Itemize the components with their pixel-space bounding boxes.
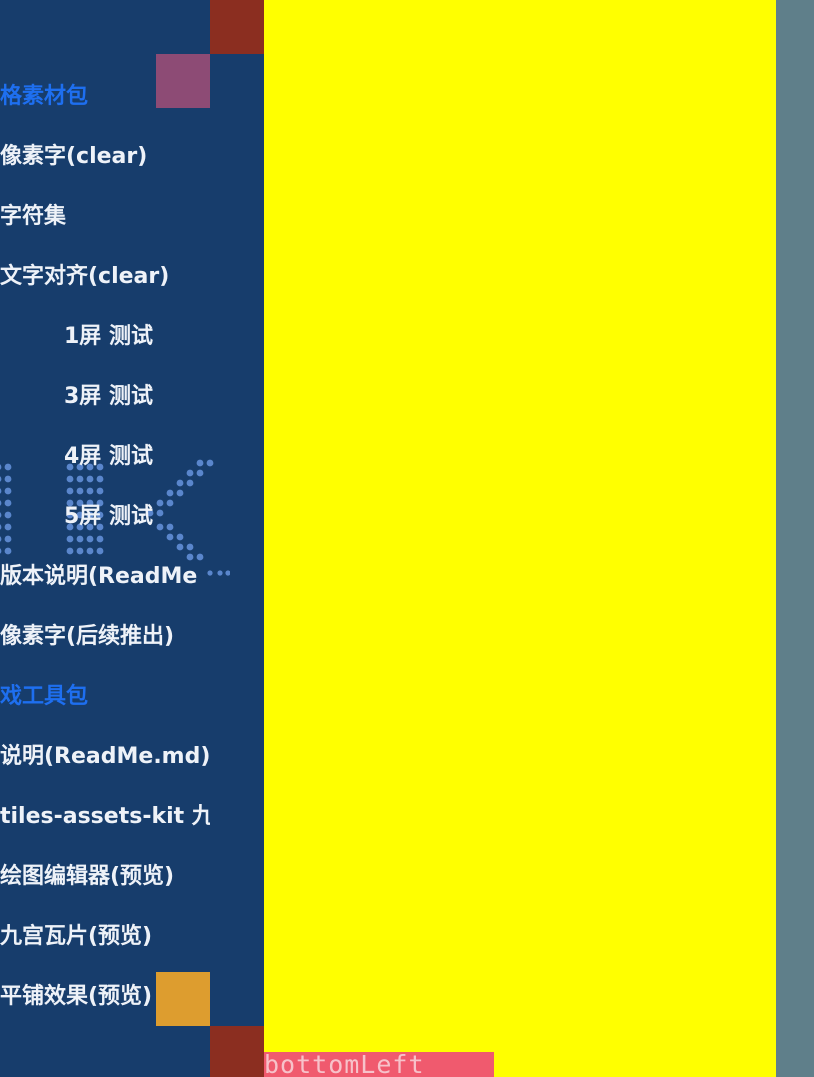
sidebar-menu: 格素材包 像素字(clear) 字符集 文字对齐(clear) 1屏 测试 3屏… xyxy=(0,0,264,1077)
right-gutter xyxy=(776,0,814,1077)
sidebar-menu-list: 格素材包 像素字(clear) 字符集 文字对齐(clear) 1屏 测试 3屏… xyxy=(0,0,210,1077)
sidebar-item-tiles-assets-kit[interactable]: tiles-assets-kit 九宫 xyxy=(0,802,210,832)
bottom-left-label: bottomLeft xyxy=(264,1052,494,1077)
sidebar-item-pixel-font-upcoming[interactable]: 像素字(后续推出) xyxy=(0,622,174,652)
sidebar-section-pixel-assets[interactable]: 格素材包 xyxy=(0,82,88,112)
sidebar-subitem-screen-4-test[interactable]: 4屏 测试 xyxy=(64,442,153,472)
corner-marker-top xyxy=(210,0,264,54)
sidebar-item-pixel-font-clear[interactable]: 像素字(clear) xyxy=(0,142,147,172)
sidebar-item-tiling-effect-preview[interactable]: 平铺效果(预览) xyxy=(0,982,152,1012)
sidebar-item-version-readme[interactable]: 版本说明(ReadMe xyxy=(0,562,197,592)
sidebar-item-drawing-editor-preview[interactable]: 绘图编辑器(预览) xyxy=(0,862,174,892)
yellow-canvas-panel xyxy=(264,0,776,1077)
sidebar-subitem-screen-5-test[interactable]: 5屏 测试 xyxy=(64,502,153,532)
corner-marker-upper xyxy=(156,54,210,108)
sidebar-subitem-screen-1-test[interactable]: 1屏 测试 xyxy=(64,322,153,352)
sidebar-subitem-screen-3-test[interactable]: 3屏 测试 xyxy=(64,382,153,412)
sidebar-item-text-align-clear[interactable]: 文字对齐(clear) xyxy=(0,262,169,292)
sidebar-item-charset[interactable]: 字符集 xyxy=(0,202,66,232)
sidebar-section-game-tools[interactable]: 戏工具包 xyxy=(0,682,88,712)
corner-marker-bottom xyxy=(210,1026,264,1077)
sidebar-item-readme-md[interactable]: 说明(ReadMe.md) xyxy=(0,742,210,772)
corner-marker-lower xyxy=(156,972,210,1026)
sidebar-item-nine-slice-tiles-preview[interactable]: 九宫瓦片(预览) xyxy=(0,922,152,952)
